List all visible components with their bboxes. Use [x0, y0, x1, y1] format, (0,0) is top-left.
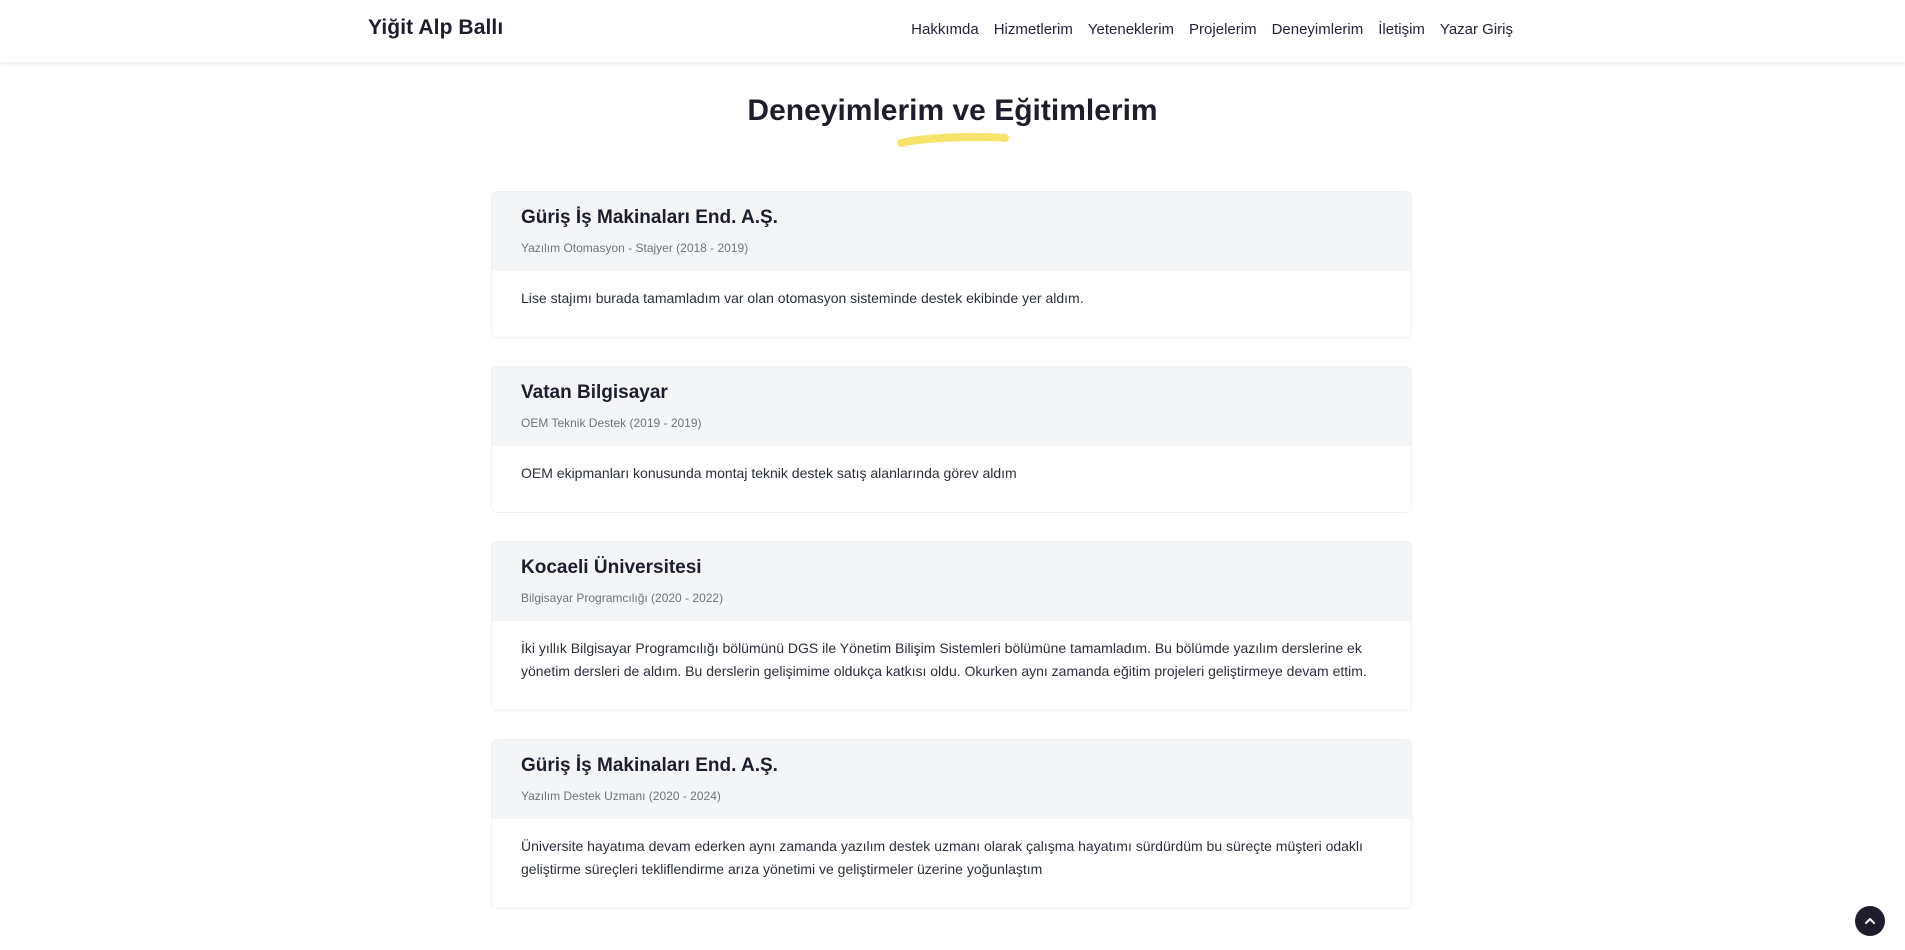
experience-description: Üniversite hayatıma devam ederken aynı z…	[521, 838, 1363, 877]
nav-link-projelerim[interactable]: Projelerim	[1189, 21, 1257, 38]
experience-card-header: Kocaeli Üniversitesi Bilgisayar Programc…	[492, 542, 1411, 621]
experience-role: Bilgisayar Programcılığı (2020 - 2022)	[521, 591, 724, 605]
experience-role: Yazılım Destek Uzmanı (2020 - 2024)	[521, 789, 721, 803]
experience-organization: Güriş İş Makinaları End. A.Ş.	[521, 755, 778, 776]
nav-link-yazar-giris[interactable]: Yazar Giriş	[1440, 21, 1513, 38]
section-title: Deneyimlerim ve Eğitimlerim	[747, 94, 1158, 127]
site-brand[interactable]: Yiğit Alp Ballı	[368, 16, 503, 40]
experience-card: Güriş İş Makinaları End. A.Ş. Yazılım De…	[491, 739, 1412, 909]
chevron-up-icon	[1865, 918, 1875, 924]
experience-card-header: Güriş İş Makinaları End. A.Ş. Yazılım De…	[492, 740, 1411, 819]
experience-list: Güriş İş Makinaları End. A.Ş. Yazılım Ot…	[491, 191, 1412, 937]
nav-menu: Hakkımda Hizmetlerim Yeteneklerim Projel…	[911, 21, 1513, 38]
experience-card: Kocaeli Üniversitesi Bilgisayar Programc…	[491, 541, 1412, 711]
nav-link-hakkimda[interactable]: Hakkımda	[911, 21, 979, 38]
experience-card-header: Güriş İş Makinaları End. A.Ş. Yazılım Ot…	[492, 192, 1411, 271]
nav-link-yeteneklerim[interactable]: Yeteneklerim	[1088, 21, 1174, 38]
experience-description: OEM ekipmanları konusunda montaj teknik …	[521, 465, 1017, 481]
nav-link-deneyimlerim[interactable]: Deneyimlerim	[1272, 21, 1364, 38]
experience-description: İki yıllık Bilgisayar Programcılığı bölü…	[521, 640, 1367, 679]
experience-role: Yazılım Otomasyon - Stajyer (2018 - 2019…	[521, 241, 749, 255]
experience-organization: Kocaeli Üniversitesi	[521, 557, 702, 578]
experience-card: Güriş İş Makinaları End. A.Ş. Yazılım Ot…	[491, 191, 1412, 338]
scroll-to-top-button[interactable]	[1855, 906, 1885, 936]
title-underline	[897, 133, 1009, 147]
experience-organization: Vatan Bilgisayar	[521, 382, 668, 403]
nav-link-hizmetlerim[interactable]: Hizmetlerim	[994, 21, 1073, 38]
experience-role: OEM Teknik Destek (2019 - 2019)	[521, 416, 702, 430]
experience-organization: Güriş İş Makinaları End. A.Ş.	[521, 207, 778, 228]
nav-link-iletisim[interactable]: İletişim	[1378, 21, 1425, 38]
experience-card: Vatan Bilgisayar OEM Teknik Destek (2019…	[491, 366, 1412, 513]
top-navbar: Yiğit Alp Ballı Hakkımda Hizmetlerim Yet…	[0, 0, 1905, 62]
experience-card-header: Vatan Bilgisayar OEM Teknik Destek (2019…	[492, 367, 1411, 446]
experience-description: Lise stajımı burada tamamladım var olan …	[521, 290, 1084, 306]
